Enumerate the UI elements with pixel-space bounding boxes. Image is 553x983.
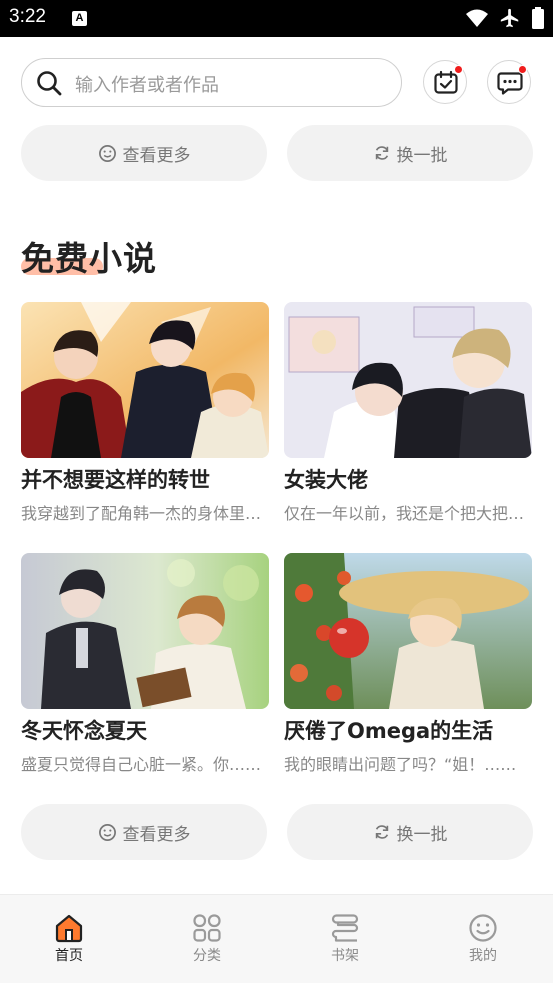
view-more-button[interactable]: 查看更多 [21,125,267,181]
home-icon [55,914,83,943]
view-more-label: 查看更多 [122,824,191,845]
book-title: 并不想要这样的转世 [21,468,210,492]
book-cover[interactable] [284,553,532,709]
message-button[interactable] [487,60,531,104]
status-icons [465,7,545,29]
smile-icon [98,144,116,162]
book-title: 冬天怀念夏天 [21,719,147,743]
tab-label: 书架 [331,948,359,964]
book-cover[interactable] [21,553,269,709]
calendar-check-icon [434,70,458,94]
grid-icon [193,914,221,942]
book-card[interactable]: 女装大佬 仅在一年以前，我还是个把大把…… [284,302,532,524]
book-desc: 仅在一年以前，我还是个把大把…… [284,504,532,523]
tab-profile[interactable]: 我的 [443,913,523,965]
battery-icon [532,7,544,29]
message-icon [497,72,523,95]
tab-category[interactable]: 分类 [167,913,247,965]
notification-icon: A [72,11,87,26]
book-cover[interactable] [284,302,532,458]
tab-label: 我的 [469,948,497,964]
smile-icon [98,823,116,841]
refresh-icon [375,825,388,839]
book-cover[interactable] [21,302,269,458]
search-icon [37,71,62,96]
bookshelf-icon [331,914,359,942]
badge-dot [518,65,527,74]
status-bar: 3:22 A [0,0,553,37]
book-desc: 我穿越到了配角韩一杰的身体里…… [21,504,269,523]
tab-home[interactable]: 首页 [29,913,109,965]
section-title: 免费小说 [21,239,157,278]
view-more-button[interactable]: 查看更多 [21,804,267,860]
book-desc: 盛夏只觉得自己心脏一紧。你…… [21,755,262,774]
book-title: 女装大佬 [284,468,368,492]
view-more-label: 查看更多 [122,145,191,166]
status-time: 3:22 [9,6,46,27]
book-card[interactable]: 厌倦了Omega的生活 我的眼睛出问题了吗？“姐！…… [284,553,532,775]
tab-label: 首页 [55,948,83,964]
refresh-button[interactable]: 换一批 [287,125,533,181]
search-placeholder: 输入作者或者作品 [75,75,219,96]
checkin-button[interactable] [423,60,467,104]
refresh-icon [375,146,388,160]
book-desc: 我的眼睛出问题了吗？“姐！…… [284,755,517,774]
wifi-icon [466,9,488,27]
airplane-icon [500,8,519,28]
search-input[interactable]: 输入作者或者作品 [21,58,402,107]
refresh-button[interactable]: 换一批 [287,804,533,860]
refresh-label: 换一批 [396,145,448,166]
bottom-tab-bar: 首页 分类 书架 我的 [0,894,553,983]
book-title: 厌倦了Omega的生活 [284,719,494,743]
tab-bookshelf[interactable]: 书架 [305,913,385,965]
badge-dot [454,65,463,74]
tab-label: 分类 [193,948,221,964]
book-card[interactable]: 冬天怀念夏天 盛夏只觉得自己心脏一紧。你…… [21,553,269,775]
smile-icon [469,914,497,942]
book-card[interactable]: 并不想要这样的转世 我穿越到了配角韩一杰的身体里…… [21,302,269,524]
refresh-label: 换一批 [396,824,448,845]
